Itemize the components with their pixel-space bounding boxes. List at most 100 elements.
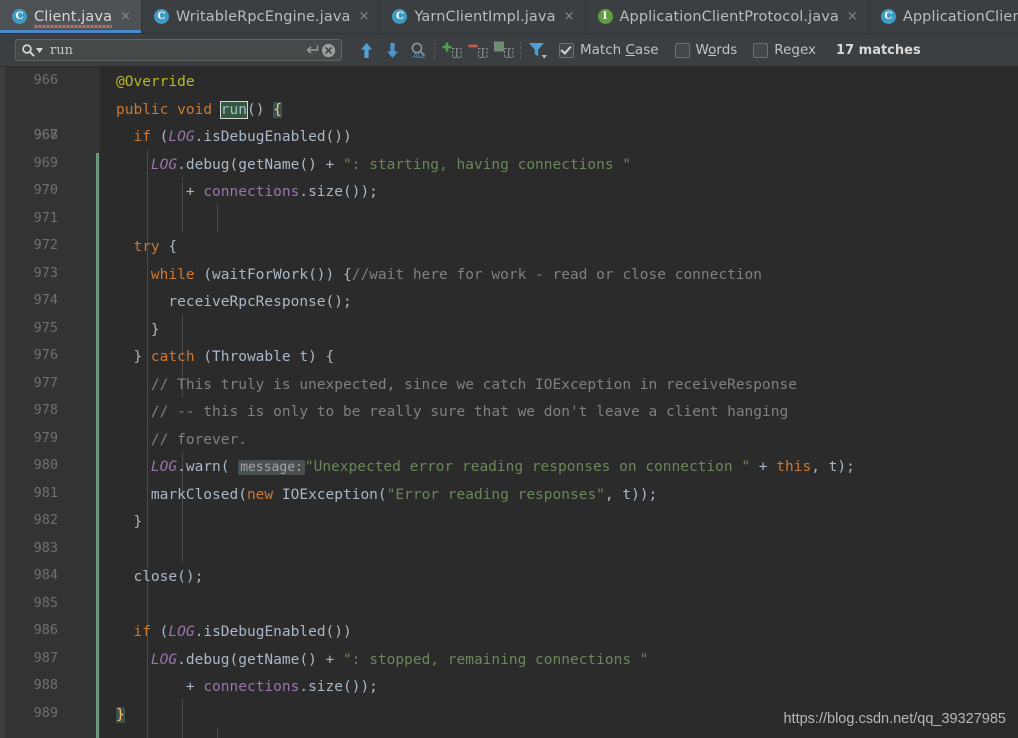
- line-number: 981: [33, 484, 58, 501]
- remove-selection-button[interactable]: [465, 37, 491, 63]
- line-number: 966: [33, 72, 58, 88]
- editor-tab-bar: C Client.java × C WritableRpcEngine.java…: [0, 0, 1018, 34]
- select-all-occurrences-button[interactable]: [491, 37, 517, 63]
- search-input[interactable]: run: [15, 39, 342, 61]
- line-number: 984: [33, 567, 58, 583]
- code-line-985[interactable]: [100, 590, 1018, 618]
- enter-return-icon[interactable]: [303, 42, 320, 59]
- search-input-value[interactable]: run: [43, 43, 303, 58]
- class-icon: C: [153, 9, 169, 24]
- tab-label: WritableRpcEngine.java: [175, 8, 351, 25]
- editor-tab-writablerpcengine-java[interactable]: C WritableRpcEngine.java ×: [141, 0, 381, 33]
- clear-circle-icon[interactable]: [320, 42, 337, 59]
- gutter-row: 989: [0, 700, 100, 728]
- code-line-974[interactable]: receiveRpcResponse();: [100, 287, 1018, 315]
- code-line-988[interactable]: + connections.size());: [100, 672, 1018, 700]
- line-number: 983: [33, 539, 58, 556]
- editor-tab-applicationclientp-java[interactable]: C ApplicationClientP: [868, 0, 1018, 33]
- code-text-area[interactable]: @Override public void run() { if (LOG.is…: [100, 67, 1018, 738]
- add-selection-button[interactable]: [439, 37, 465, 63]
- code-line-975[interactable]: }: [100, 315, 1018, 343]
- line-number: 969: [33, 154, 58, 171]
- gutter-row: 978: [0, 397, 100, 425]
- line-number: 974: [33, 292, 58, 308]
- code-line-982[interactable]: }: [100, 507, 1018, 535]
- class-icon: C: [392, 9, 408, 24]
- code-line-980[interactable]: LOG.warn( message: "Unexpected error read…: [100, 452, 1018, 480]
- words-checkbox[interactable]: [674, 42, 690, 58]
- gutter-row: 974: [0, 287, 100, 315]
- svg-text:ALL: ALL: [413, 52, 426, 59]
- editor-tab-yarnclientimpl-java[interactable]: C YarnClientImpl.java ×: [380, 0, 586, 33]
- code-line-978[interactable]: // -- this is only to be really sure tha…: [100, 397, 1018, 425]
- close-icon[interactable]: ×: [563, 10, 576, 23]
- gutter-row: 971: [0, 205, 100, 233]
- words-label: Words: [695, 42, 738, 58]
- editor-tab-client-java[interactable]: C Client.java ×: [0, 0, 142, 33]
- code-line-968[interactable]: if (LOG.isDebugEnabled()): [100, 122, 1018, 150]
- toolbar-separator: [434, 41, 436, 59]
- override-method-icon[interactable]: [50, 100, 118, 145]
- intellij-editor-window: C Client.java × C WritableRpcEngine.java…: [0, 0, 1018, 738]
- code-line-977[interactable]: // This truly is unexpected, since we ca…: [100, 370, 1018, 398]
- code-line-970[interactable]: + connections.size());: [100, 177, 1018, 205]
- match-case-checkbox[interactable]: [559, 42, 574, 58]
- regex-option[interactable]: Regex: [753, 42, 816, 58]
- close-icon[interactable]: ×: [119, 10, 132, 23]
- line-number: 972: [33, 237, 58, 253]
- code-editor[interactable]: 966 967 968 969 970 971 972 973 974 975 …: [0, 67, 1018, 738]
- code-line-979[interactable]: // forever.: [100, 425, 1018, 453]
- gutter-row: 975: [0, 315, 100, 343]
- line-number: 985: [33, 594, 58, 611]
- code-line-983[interactable]: [100, 535, 1018, 563]
- gutter-row: 983: [0, 535, 100, 563]
- tab-label: ApplicationClientP: [902, 8, 1018, 25]
- line-number: 978: [33, 402, 58, 418]
- indent-guide: [217, 727, 218, 738]
- match-case-option[interactable]: Match Case: [559, 42, 659, 58]
- parameter-hint: message:: [238, 460, 305, 475]
- line-number: 987: [33, 649, 58, 666]
- line-number: 986: [33, 622, 58, 638]
- line-number: 970: [33, 182, 58, 198]
- find-next-button[interactable]: [379, 37, 405, 63]
- gutter-row: 988: [0, 672, 100, 700]
- regex-checkbox[interactable]: [753, 42, 769, 58]
- code-line-984[interactable]: close();: [100, 562, 1018, 590]
- search-icon[interactable]: [21, 43, 43, 57]
- line-number: 971: [33, 209, 58, 226]
- gutter-row: 966: [0, 67, 100, 95]
- editor-tab-applicationclientprotocol-java[interactable]: I ApplicationClientProtocol.java ×: [585, 0, 869, 33]
- code-line-976[interactable]: } catch (Throwable t) {: [100, 342, 1018, 370]
- find-all-icon: ALL: [411, 42, 426, 59]
- filter-button[interactable]: [525, 37, 551, 63]
- code-line-966[interactable]: @Override: [100, 67, 1018, 95]
- close-icon[interactable]: ×: [846, 10, 859, 23]
- tab-label: ApplicationClientProtocol.java: [619, 8, 839, 25]
- regex-label: Regex: [774, 42, 817, 58]
- code-line-972[interactable]: try {: [100, 232, 1018, 260]
- editor-gutter[interactable]: 966 967 968 969 970 971 972 973 974 975 …: [0, 67, 118, 738]
- code-line-973[interactable]: while (waitForWork()) {//wait here for w…: [100, 260, 1018, 288]
- words-option[interactable]: Words: [674, 42, 738, 58]
- gutter-row: 973: [0, 260, 100, 288]
- code-line-986[interactable]: if (LOG.isDebugEnabled()): [100, 617, 1018, 645]
- gutter-row: 985: [0, 590, 100, 618]
- line-number: 980: [33, 457, 58, 473]
- code-line-967[interactable]: public void run() {: [100, 95, 1018, 123]
- arrow-down-icon: [386, 42, 398, 58]
- class-icon: C: [880, 9, 896, 24]
- code-line-987[interactable]: LOG.debug(getName() + ": stopped, remain…: [100, 645, 1018, 673]
- gutter-row: 981: [0, 480, 100, 508]
- code-line-969[interactable]: LOG.debug(getName() + ": starting, havin…: [100, 150, 1018, 178]
- code-line-981[interactable]: markClosed(new IOException("Error readin…: [100, 480, 1018, 508]
- gutter-row: 972: [0, 232, 100, 260]
- find-previous-button[interactable]: [353, 37, 379, 63]
- close-icon[interactable]: ×: [358, 10, 371, 23]
- gutter-row: 967: [0, 95, 118, 145]
- code-line-971[interactable]: [100, 205, 1018, 233]
- search-match-highlight: run: [219, 100, 248, 119]
- line-number: 979: [33, 429, 58, 446]
- line-number: 988: [33, 677, 58, 693]
- find-all-button[interactable]: ALL: [405, 37, 431, 63]
